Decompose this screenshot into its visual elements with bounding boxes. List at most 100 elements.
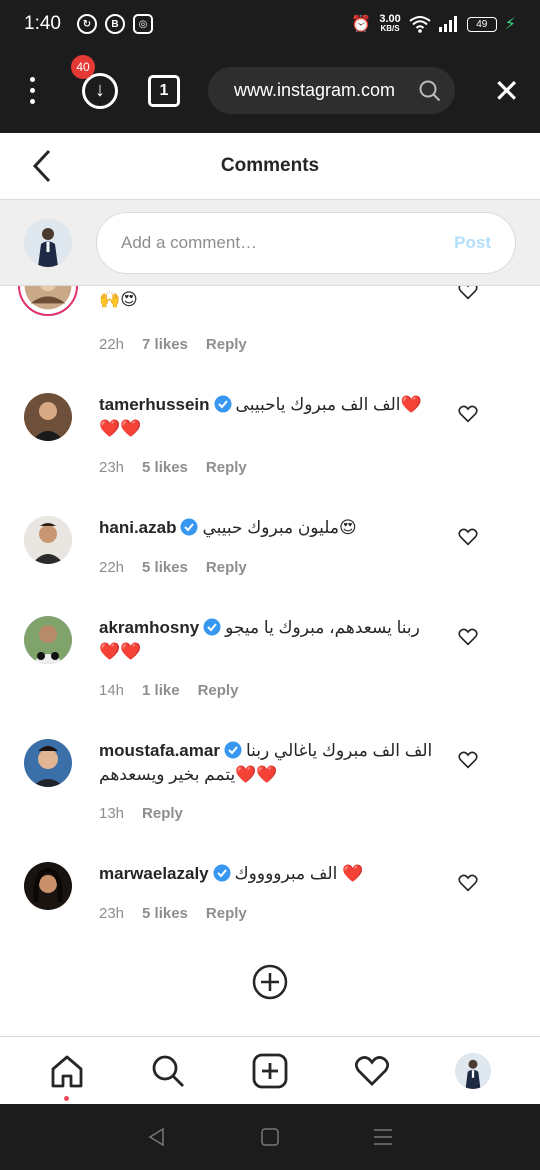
verified-badge-icon (203, 618, 221, 636)
avatar-wrapper (24, 739, 72, 787)
verified-badge-icon (224, 741, 242, 759)
comment-time: 23h (99, 905, 125, 922)
nav-home[interactable] (47, 1051, 87, 1101)
comment-text: 🙌😍 (99, 290, 138, 309)
comments-header: Comments (0, 133, 540, 200)
reply-button[interactable]: Reply (142, 805, 183, 822)
comment-meta: 22h 7 likes Reply (99, 336, 247, 353)
recents-icon[interactable] (373, 1127, 393, 1147)
activity-dot (63, 1095, 69, 1101)
url-text: www.instagram.com (234, 80, 396, 100)
comment-body: 🙌😍 (99, 288, 439, 312)
add-post-icon (252, 1053, 288, 1088)
reply-button[interactable]: Reply (206, 905, 247, 922)
nav-search[interactable] (148, 1051, 188, 1091)
comment-time: 23h (99, 459, 125, 476)
avatar[interactable] (24, 393, 72, 441)
nav-activity[interactable] (352, 1051, 392, 1091)
comment-compose: Add a comment… Post (0, 200, 540, 286)
comment-body: hani.azab مليون مبروك حبيبي😍 (99, 516, 439, 540)
my-avatar (24, 218, 72, 267)
download-button[interactable]: 40 ↓ (71, 54, 118, 109)
menu-icon[interactable] (20, 77, 44, 104)
back-icon[interactable] (147, 1127, 167, 1147)
page-title: Comments (220, 155, 320, 176)
comment-meta: 13h Reply (99, 805, 183, 822)
avatar-wrapper (24, 616, 72, 664)
comment-meta: 14h 1 like Reply (99, 682, 238, 699)
comment-body: moustafa.amar الف الف مبروك ياغالي ربنا ي… (99, 739, 439, 787)
alarm-icon: ⏰ (351, 16, 372, 33)
reply-button[interactable]: Reply (206, 336, 247, 353)
comment-username[interactable]: tamerhussein (99, 395, 210, 414)
signal-icon (438, 16, 457, 32)
comment-placeholder: Add a comment… (121, 232, 258, 252)
post-button[interactable]: Post (454, 233, 491, 253)
heart-icon[interactable] (458, 874, 478, 892)
likes-count[interactable]: 7 likes (142, 336, 188, 353)
browser-toolbar: 40 ↓ 1 www.instagram.com ✕ (0, 48, 540, 133)
reply-button[interactable]: Reply (206, 559, 247, 576)
load-more-comments-icon[interactable] (252, 964, 288, 1000)
avatar[interactable] (24, 616, 72, 664)
instagram-notification-icon: ◎ (132, 14, 153, 34)
avatar-wrapper (24, 862, 72, 910)
wifi-icon (409, 16, 431, 33)
likes-count[interactable]: 1 like (142, 682, 180, 699)
comment-meta: 23h 5 likes Reply (99, 459, 247, 476)
nav-new-post[interactable] (250, 1051, 290, 1091)
reply-button[interactable]: Reply (198, 682, 239, 699)
status-right: ⏰ 3.00 KB/S 49 ⚡ (351, 14, 516, 34)
home-icon (51, 1055, 83, 1087)
comment-username[interactable]: marwaelazaly (99, 864, 209, 883)
avatar-wrapper (24, 393, 72, 441)
download-icon: ↓ (95, 79, 105, 101)
tabs-button[interactable]: 1 (148, 74, 180, 107)
network-speed: 3.00 KB/S (379, 14, 400, 34)
comment-meta: 22h 5 likes Reply (99, 559, 247, 576)
avatar[interactable] (24, 862, 72, 910)
comment-text: الف مبرووووك ❤️ (234, 864, 364, 883)
comment-time: 13h (99, 805, 125, 822)
profile-avatar (455, 1052, 492, 1089)
comment-time: 14h (99, 682, 125, 699)
comment-time: 22h (99, 559, 125, 576)
comment-input[interactable]: Add a comment… Post (96, 211, 516, 274)
heart-icon[interactable] (458, 628, 478, 646)
comment-username[interactable]: hani.azab (99, 518, 176, 537)
comment-body: marwaelazaly الف مبرووووك ❤️ (99, 862, 439, 886)
comment-body: akramhosny ربنا يسعدهم، مبروك يا ميجو❤️❤️ (99, 616, 439, 664)
bottom-navigation (0, 1036, 540, 1104)
comment-username[interactable]: akramhosny (99, 618, 199, 637)
home-button-icon[interactable] (260, 1127, 280, 1147)
system-navigation-bar (0, 1104, 540, 1170)
verified-badge-icon (213, 864, 231, 882)
reply-button[interactable]: Reply (206, 459, 247, 476)
heart-icon[interactable] (458, 528, 478, 546)
likes-count[interactable]: 5 likes (142, 559, 188, 576)
likes-count[interactable]: 5 likes (142, 459, 188, 476)
notification-icon: B (104, 14, 125, 34)
heart-icon (354, 1055, 389, 1086)
search-icon (152, 1055, 185, 1087)
speed-value: 3.00 (379, 13, 401, 25)
heart-icon[interactable] (458, 751, 478, 769)
charging-icon: ⚡ (504, 16, 516, 33)
url-bar[interactable]: www.instagram.com (208, 67, 455, 114)
avatar-wrapper (24, 516, 72, 564)
heart-icon[interactable] (458, 405, 478, 423)
comment-time: 22h (99, 336, 125, 353)
verified-badge-icon (180, 518, 198, 536)
comment-username[interactable]: moustafa.amar (99, 741, 220, 760)
battery-indicator: 49 (466, 16, 497, 32)
nav-profile[interactable] (453, 1051, 493, 1091)
back-arrow-icon[interactable] (32, 149, 52, 183)
close-icon[interactable]: ✕ (493, 75, 520, 107)
avatar[interactable] (24, 739, 72, 787)
status-bar: 1:40 ↻ B ◎ ⏰ 3.00 KB/S 49 ⚡ (0, 0, 540, 48)
comment-body: tamerhussein الف الف مبروك ياحبيبى❤️❤️❤️ (99, 393, 439, 441)
search-icon[interactable] (419, 80, 441, 102)
avatar[interactable] (24, 516, 72, 564)
speed-unit: KB/S (380, 24, 400, 33)
likes-count[interactable]: 5 likes (142, 905, 188, 922)
